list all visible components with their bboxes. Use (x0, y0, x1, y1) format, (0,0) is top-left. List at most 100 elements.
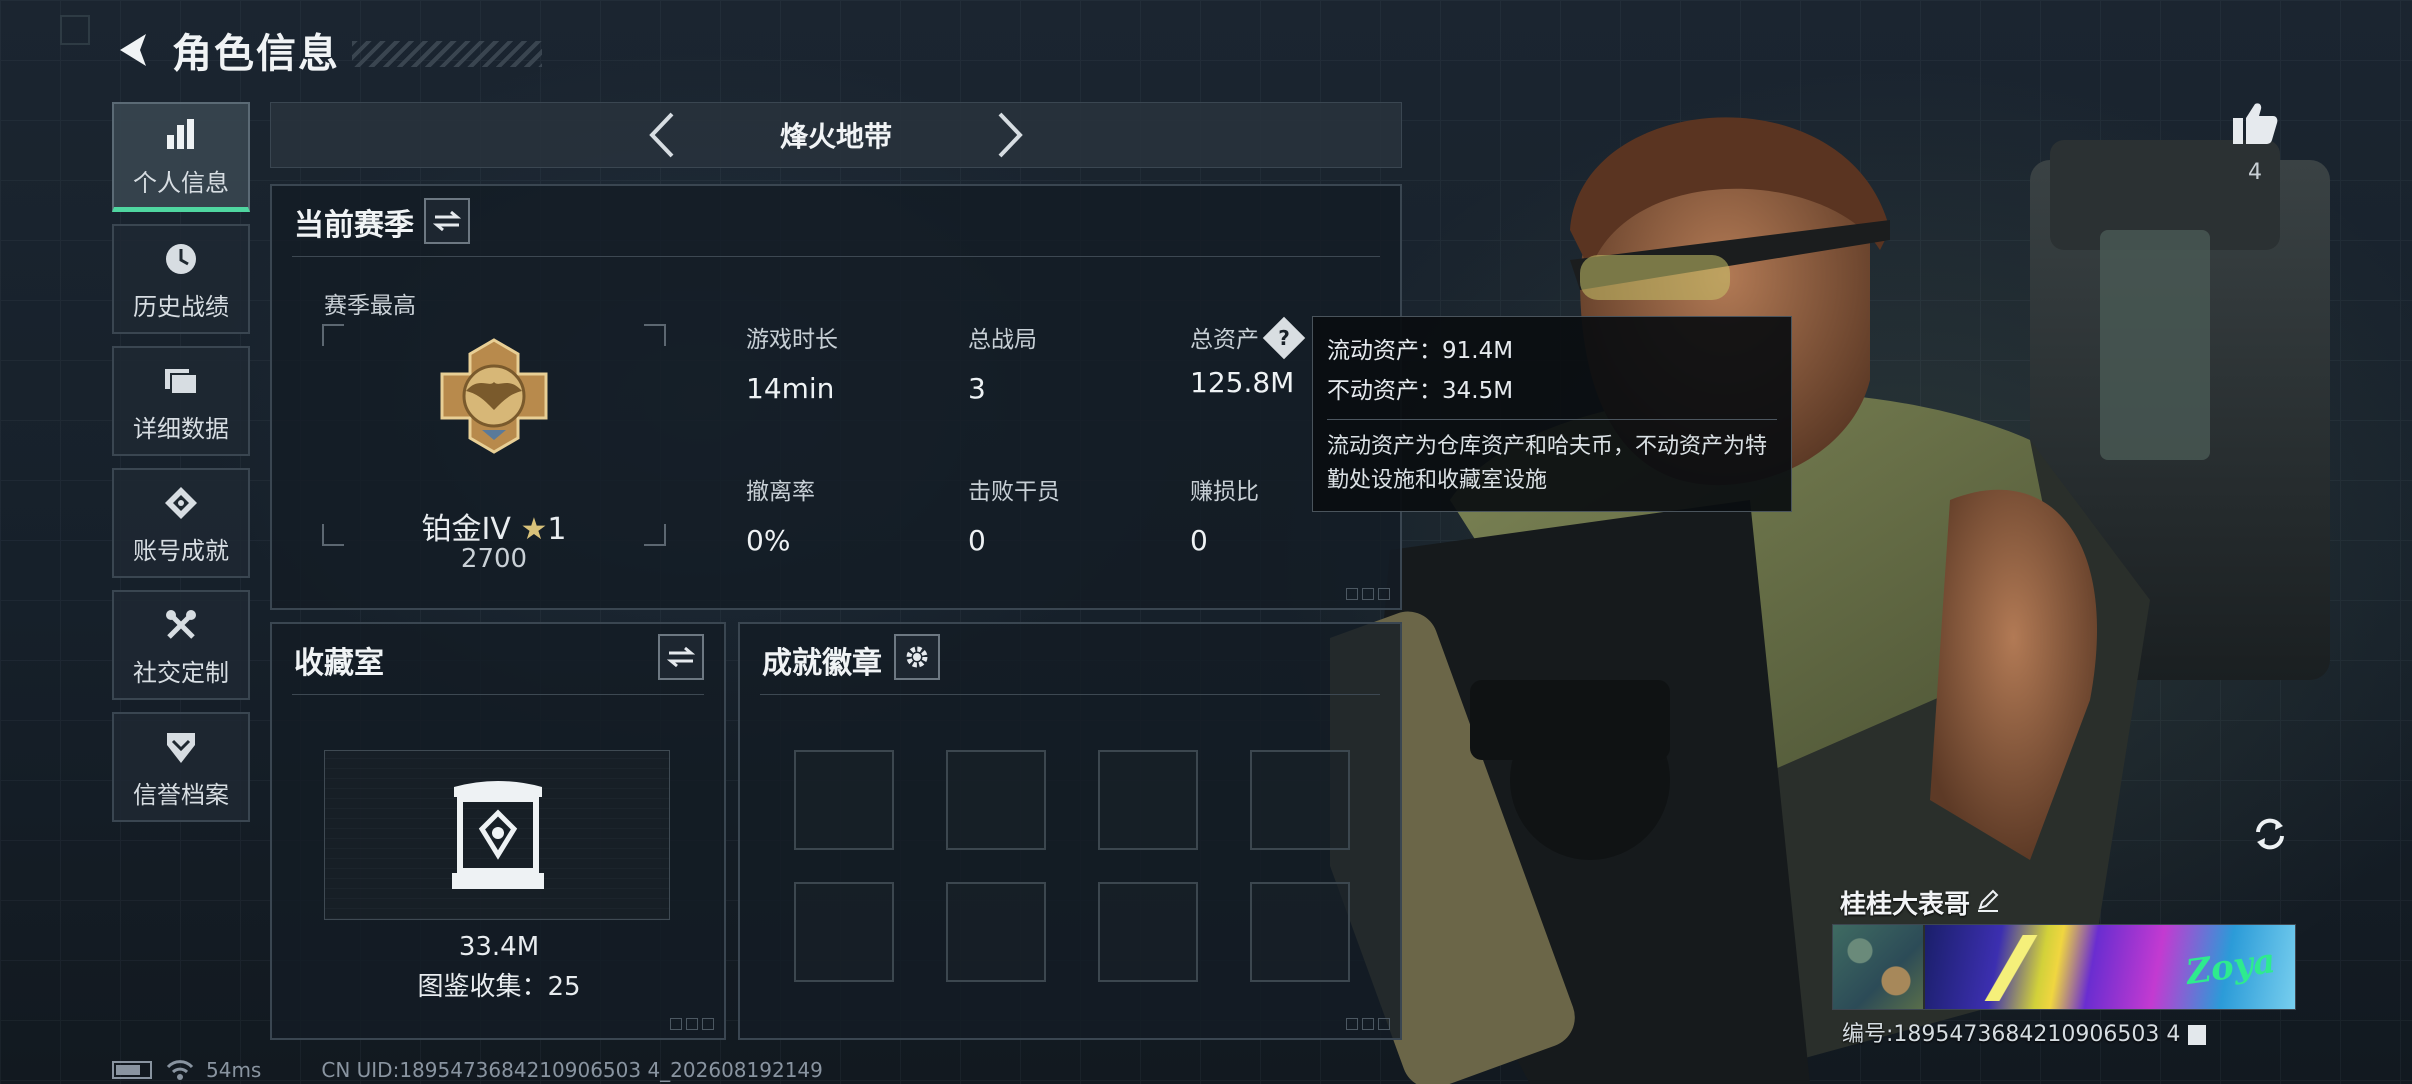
stat-label: 击败干员 (968, 479, 1060, 505)
stat-label: 总资产? (1190, 316, 1306, 359)
mode-next-button[interactable] (986, 105, 1036, 165)
server-uid: CN UID:1895473684210906503 4_20260819214… (321, 1058, 823, 1082)
swap-icon (433, 210, 461, 232)
badge-slot[interactable] (1250, 882, 1350, 982)
badge-slot[interactable] (794, 750, 894, 850)
divider (1327, 419, 1777, 420)
rank-emblem-icon (440, 338, 548, 454)
star-icon: ★ (520, 512, 548, 547)
stat-value: 14min (746, 372, 835, 405)
tools-icon (163, 603, 199, 647)
stat-playtime: 游戏时长 14min (746, 320, 838, 405)
help-icon[interactable]: ? (1262, 316, 1306, 359)
battery-icon (112, 1061, 152, 1079)
copy-icon[interactable] (2188, 1025, 2207, 1045)
stat-total-matches: 总战局 3 (968, 320, 1037, 405)
folder-icon (163, 359, 199, 403)
badge-slot[interactable] (1250, 750, 1350, 850)
edit-nickname-button[interactable] (1972, 884, 2004, 916)
stat-operators-defeated: 击败干员 0 (968, 472, 1060, 557)
profile-card: 桂桂大表哥 Zoya 编号:1895473684210906503 4 (1832, 882, 2296, 1052)
rank-stars: 1 (547, 512, 567, 547)
rank-tier-name: 铂金IV (421, 512, 511, 547)
stat-total-assets: 总资产? 125.8M (1190, 316, 1306, 399)
sidebar-item-achievements[interactable]: 账号成就 (112, 468, 250, 578)
badge-slot[interactable] (1098, 882, 1198, 982)
stat-value: 0 (1190, 524, 1208, 557)
stat-label: 游戏时长 (746, 327, 838, 353)
collection-switch-button[interactable] (658, 634, 704, 680)
tooltip-fixed-assets: 不动资产：34.5M (1327, 378, 1514, 404)
divider (292, 694, 704, 695)
mode-prev-button[interactable] (636, 105, 686, 165)
badges-panel: 成就徽章 (738, 622, 1402, 1040)
season-panel-title: 当前赛季 (294, 208, 414, 243)
sidebar-item-label: 历史战绩 (133, 292, 229, 321)
swap-icon (667, 646, 695, 668)
tooltip-liquid-assets: 流动资产：91.4M (1327, 338, 1514, 364)
season-switch-button[interactable] (424, 198, 470, 244)
sidebar-item-label: 信誉档案 (133, 780, 229, 809)
stat-value: 125.8M (1190, 366, 1295, 399)
frame-corner (322, 324, 344, 346)
divider (760, 694, 1380, 695)
gear-icon (906, 646, 928, 668)
corner-decoration (60, 15, 90, 45)
assets-tooltip: 流动资产：91.4M 不动资产：34.5M 流动资产为仓库资产和哈夫币，不动资产… (1312, 316, 1792, 512)
page-title: 角色信息 (172, 31, 340, 77)
back-arrow-icon (120, 34, 146, 66)
stat-value: 0 (968, 524, 986, 557)
card-map-thumbnail (1833, 925, 1923, 1009)
stat-value: 0% (746, 524, 791, 557)
nickname: 桂桂大表哥 (1840, 890, 1971, 920)
stat-label: 撤离率 (746, 479, 815, 505)
sidebar-item-history[interactable]: 历史战绩 (112, 224, 250, 334)
badge-slot[interactable] (946, 750, 1046, 850)
stat-label: 总战局 (968, 327, 1037, 353)
page-header: 角色信息 (112, 22, 542, 78)
shield-chevron-icon (163, 725, 199, 769)
sidebar-item-label: 详细数据 (133, 414, 229, 443)
history-clock-icon (163, 237, 199, 281)
rank-frame: 铂金IV ★1 2700 (322, 324, 666, 574)
sidebar-item-personal-info[interactable]: 个人信息 (112, 102, 250, 212)
stat-extraction-rate: 撤离率 0% (746, 472, 815, 557)
sidebar: 个人信息 历史战绩 详细数据 账号成就 社交定制 信誉档案 (112, 102, 250, 834)
panel-corner-ticks (670, 1018, 714, 1030)
ping: 54ms (206, 1058, 262, 1082)
achievement-icon (163, 481, 199, 525)
back-button[interactable] (112, 28, 156, 72)
badge-slot[interactable] (794, 882, 894, 982)
panel-corner-ticks (1346, 588, 1390, 600)
stat-profit-loss-ratio: 赚损比 0 (1190, 472, 1259, 557)
mode-name: 烽火地带 (779, 120, 892, 153)
collection-count: 图鉴收集：25 (417, 972, 581, 1002)
rotate-view-button[interactable] (2244, 808, 2296, 860)
bar-chart-icon (163, 113, 199, 157)
chevron-right-icon (998, 112, 1023, 158)
season-best-label: 赛季最高 (324, 293, 416, 319)
rotate-icon (2256, 818, 2284, 850)
tooltip-description: 流动资产为仓库资产和哈夫币，不动资产为特勤处设施和收藏室设施 (1327, 434, 1768, 493)
badge-slot[interactable] (1098, 750, 1198, 850)
display-case-icon (452, 781, 544, 889)
name-card-banner[interactable]: Zoya (1832, 924, 2296, 1010)
thumbs-up-icon (2233, 103, 2278, 144)
divider (292, 256, 1380, 257)
title-decoration (352, 41, 542, 67)
badge-slot[interactable] (946, 882, 1046, 982)
sidebar-item-reputation[interactable]: 信誉档案 (112, 712, 250, 822)
collection-room-preview[interactable] (324, 750, 670, 920)
collection-value: 33.4M (458, 932, 540, 962)
sidebar-item-social[interactable]: 社交定制 (112, 590, 250, 700)
season-panel: 当前赛季 赛季最高 铂金IV ★1 2700 游戏时长 14min 总战局 3 … (270, 184, 1402, 610)
stat-value: 3 (968, 372, 986, 405)
badges-settings-button[interactable] (894, 634, 940, 680)
wifi-icon (166, 1060, 194, 1080)
pencil-icon (1978, 889, 1999, 912)
collection-panel-title: 收藏室 (294, 646, 384, 681)
sidebar-item-details[interactable]: 详细数据 (112, 346, 250, 456)
mode-selector: 烽火地带 (270, 102, 1402, 168)
like-button[interactable] (2228, 96, 2282, 150)
rank-tier: 铂金IV ★1 (322, 504, 666, 548)
